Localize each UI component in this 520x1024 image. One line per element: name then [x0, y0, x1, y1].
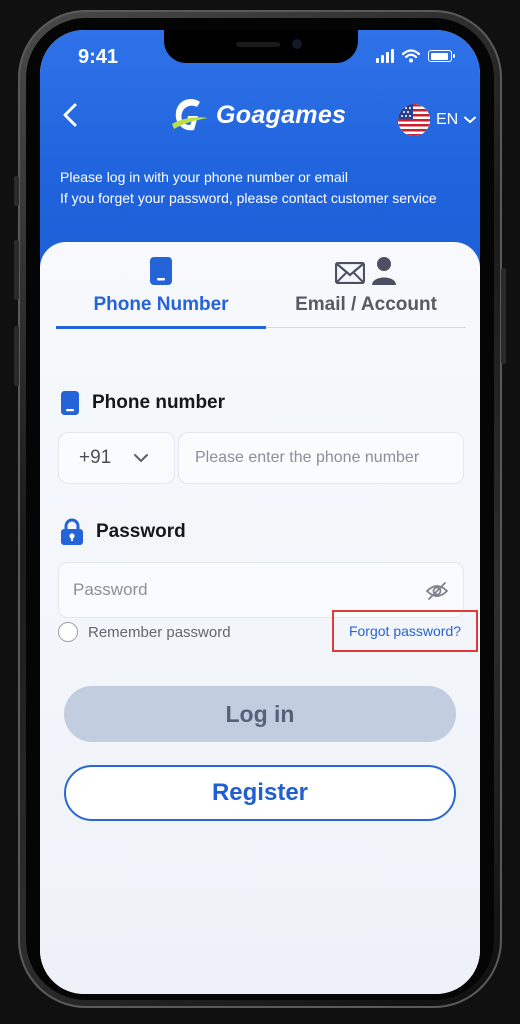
- notch: [164, 30, 358, 63]
- side-button-mute: [14, 176, 19, 206]
- tab-divider: [266, 327, 466, 328]
- brand-logo: Goagames: [170, 94, 346, 136]
- country-code-select[interactable]: +91: [58, 432, 175, 484]
- side-button-power: [501, 268, 506, 364]
- register-button[interactable]: Register: [64, 765, 456, 821]
- chevron-down-icon: [464, 116, 477, 124]
- app-screen: 9:41 Goagames EN Please log in with your…: [40, 30, 480, 994]
- user-icon: [372, 257, 396, 285]
- front-camera: [292, 39, 302, 49]
- chevron-left-icon: [63, 103, 77, 127]
- instruction-line: If you forget your password, please cont…: [60, 190, 437, 206]
- section-title: Phone number: [92, 392, 226, 413]
- tab-email-account[interactable]: Email / Account: [266, 256, 466, 316]
- password-placeholder: Password: [73, 580, 148, 599]
- tab-label: Phone Number: [93, 294, 229, 315]
- remember-radio[interactable]: [58, 622, 78, 642]
- wifi-icon: [402, 49, 420, 63]
- tab-icons: [266, 256, 466, 286]
- mail-icon: [335, 262, 365, 284]
- phone-number-placeholder: Please enter the phone number: [195, 449, 420, 466]
- goagames-logo-icon: [172, 99, 208, 131]
- phone-number-input[interactable]: Please enter the phone number: [178, 432, 464, 484]
- language-selector[interactable]: EN: [398, 104, 477, 136]
- tab-label: Email / Account: [295, 294, 437, 315]
- cellular-signal-icon: [376, 49, 394, 63]
- forgot-password-link[interactable]: Forgot password?: [332, 610, 478, 652]
- eye-off-icon[interactable]: [425, 581, 449, 601]
- language-code: EN: [436, 111, 459, 128]
- password-label: Password: [60, 518, 186, 546]
- remember-password-label: Remember password: [88, 623, 231, 641]
- back-button[interactable]: [56, 100, 84, 130]
- lock-icon: [61, 518, 83, 545]
- battery-icon: [428, 50, 455, 62]
- phone-icon: [150, 257, 172, 285]
- remember-password-toggle[interactable]: Remember password: [58, 622, 231, 642]
- tab-phone-number[interactable]: Phone Number: [56, 256, 266, 316]
- earpiece: [236, 42, 280, 47]
- login-button[interactable]: Log in: [64, 686, 456, 742]
- status-time: 9:41: [78, 46, 119, 68]
- side-button-volume-up: [14, 240, 19, 300]
- login-instructions: Please log in with your phone number or …: [60, 167, 437, 209]
- status-icons: [376, 49, 455, 63]
- country-code-value: +91: [79, 447, 112, 468]
- instruction-line: Please log in with your phone number or …: [60, 169, 348, 185]
- us-flag-icon: [398, 104, 430, 136]
- login-card: Phone Number Email / Account Phone numbe…: [40, 242, 480, 994]
- phone-number-label: Phone number: [60, 390, 225, 416]
- phone-icon: [61, 391, 79, 415]
- active-tab-indicator: [56, 326, 266, 329]
- section-title: Password: [96, 521, 186, 542]
- brand-name: Goagames: [216, 100, 347, 129]
- chevron-down-icon: [134, 454, 149, 463]
- side-button-volume-down: [14, 326, 19, 386]
